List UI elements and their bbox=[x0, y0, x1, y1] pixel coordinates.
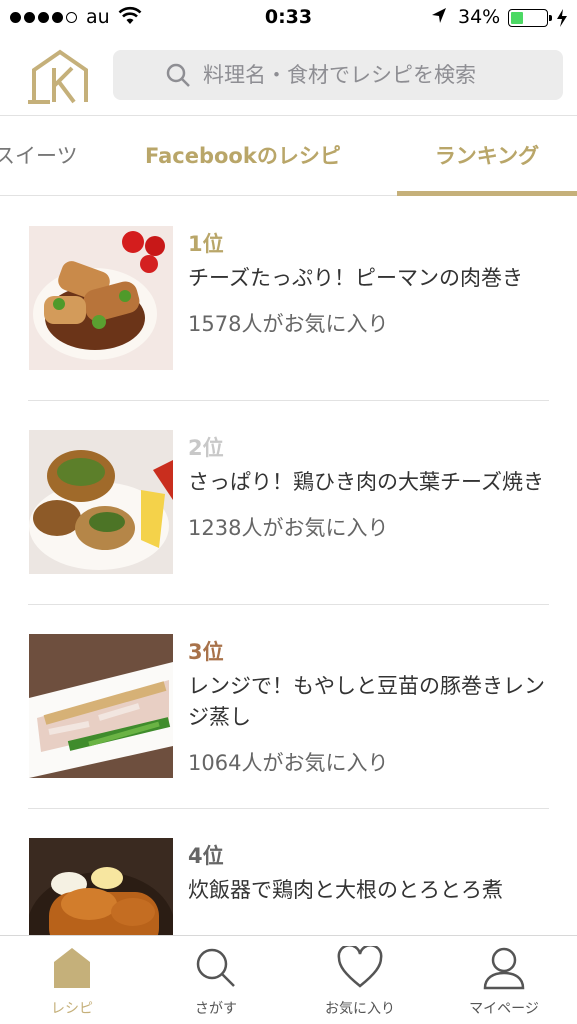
nav-label: マイページ bbox=[469, 1001, 539, 1017]
app-header bbox=[0, 36, 577, 116]
location-arrow-icon bbox=[430, 6, 448, 31]
recipe-title: さっぱり！鶏ひき肉の大葉チーズ焼き bbox=[188, 470, 544, 494]
house-k-logo-icon[interactable] bbox=[26, 48, 94, 104]
ranking-position: 1位 bbox=[188, 232, 224, 256]
recipe-thumbnail bbox=[29, 430, 173, 574]
ranking-position: 4位 bbox=[188, 844, 224, 868]
search-icon bbox=[196, 948, 235, 987]
favorite-count: 1064人がお気に入り bbox=[188, 751, 389, 775]
bottom-tab-bar: レシピ さがす お気に入り マイページ bbox=[0, 935, 577, 1024]
nav-mypage[interactable]: マイページ bbox=[432, 936, 576, 1024]
recipe-title: 炊飯器で鶏肉と大根のとろとろ煮 bbox=[188, 878, 503, 902]
recipe-list-item[interactable]: 1位 チーズたっぷり！ピーマンの肉巻き 1578人がお気に入り bbox=[0, 197, 577, 401]
nav-label: お気に入り bbox=[325, 1001, 395, 1017]
nav-recipes[interactable]: レシピ bbox=[0, 936, 144, 1024]
heart-icon bbox=[337, 946, 383, 988]
nav-label: レシピ bbox=[51, 1001, 93, 1017]
recipe-thumbnail bbox=[29, 226, 173, 370]
person-icon bbox=[483, 947, 525, 990]
search-icon bbox=[166, 63, 190, 87]
nav-favorites[interactable]: お気に入り bbox=[288, 936, 432, 1024]
tab-sweets[interactable]: スイーツ bbox=[0, 116, 78, 196]
recipe-title: レンジで！もやしと豆苗の豚巻きレンジ蒸し bbox=[188, 674, 545, 729]
battery-percent: 34% bbox=[458, 6, 501, 28]
recipe-title: チーズたっぷり！ピーマンの肉巻き bbox=[188, 266, 523, 290]
ranking-position: 2位 bbox=[188, 436, 224, 460]
tab-ranking[interactable]: ランキング bbox=[397, 116, 577, 196]
favorite-count: 1238人がお気に入り bbox=[188, 516, 389, 540]
status-bar: au 0:33 34% bbox=[0, 0, 577, 36]
home-icon bbox=[54, 948, 90, 988]
recipe-thumbnail bbox=[29, 634, 173, 778]
recipe-list-item[interactable]: 3位 レンジで！もやしと豆苗の豚巻きレンジ蒸し 1064人がお気に入り bbox=[0, 605, 577, 809]
search-bar[interactable] bbox=[113, 50, 563, 100]
nav-search[interactable]: さがす bbox=[144, 936, 288, 1024]
active-tab-indicator bbox=[397, 191, 577, 196]
ranking-position: 3位 bbox=[188, 640, 224, 664]
recipe-ranking-list: 1位 チーズたっぷり！ピーマンの肉巻き 1578人がお気に入り 2位 さっぱり！… bbox=[0, 197, 577, 1013]
nav-label: さがす bbox=[195, 1001, 237, 1017]
search-input[interactable] bbox=[203, 63, 523, 87]
battery-icon bbox=[508, 9, 552, 27]
category-tabs: スイーツ Facebookのレシピ ランキング bbox=[0, 116, 577, 196]
favorite-count: 1578人がお気に入り bbox=[188, 312, 389, 336]
recipe-list-item[interactable]: 2位 さっぱり！鶏ひき肉の大葉チーズ焼き 1238人がお気に入り bbox=[0, 401, 577, 605]
charging-bolt-icon bbox=[556, 8, 568, 33]
tab-facebook-recipes[interactable]: Facebookのレシピ bbox=[145, 116, 341, 196]
